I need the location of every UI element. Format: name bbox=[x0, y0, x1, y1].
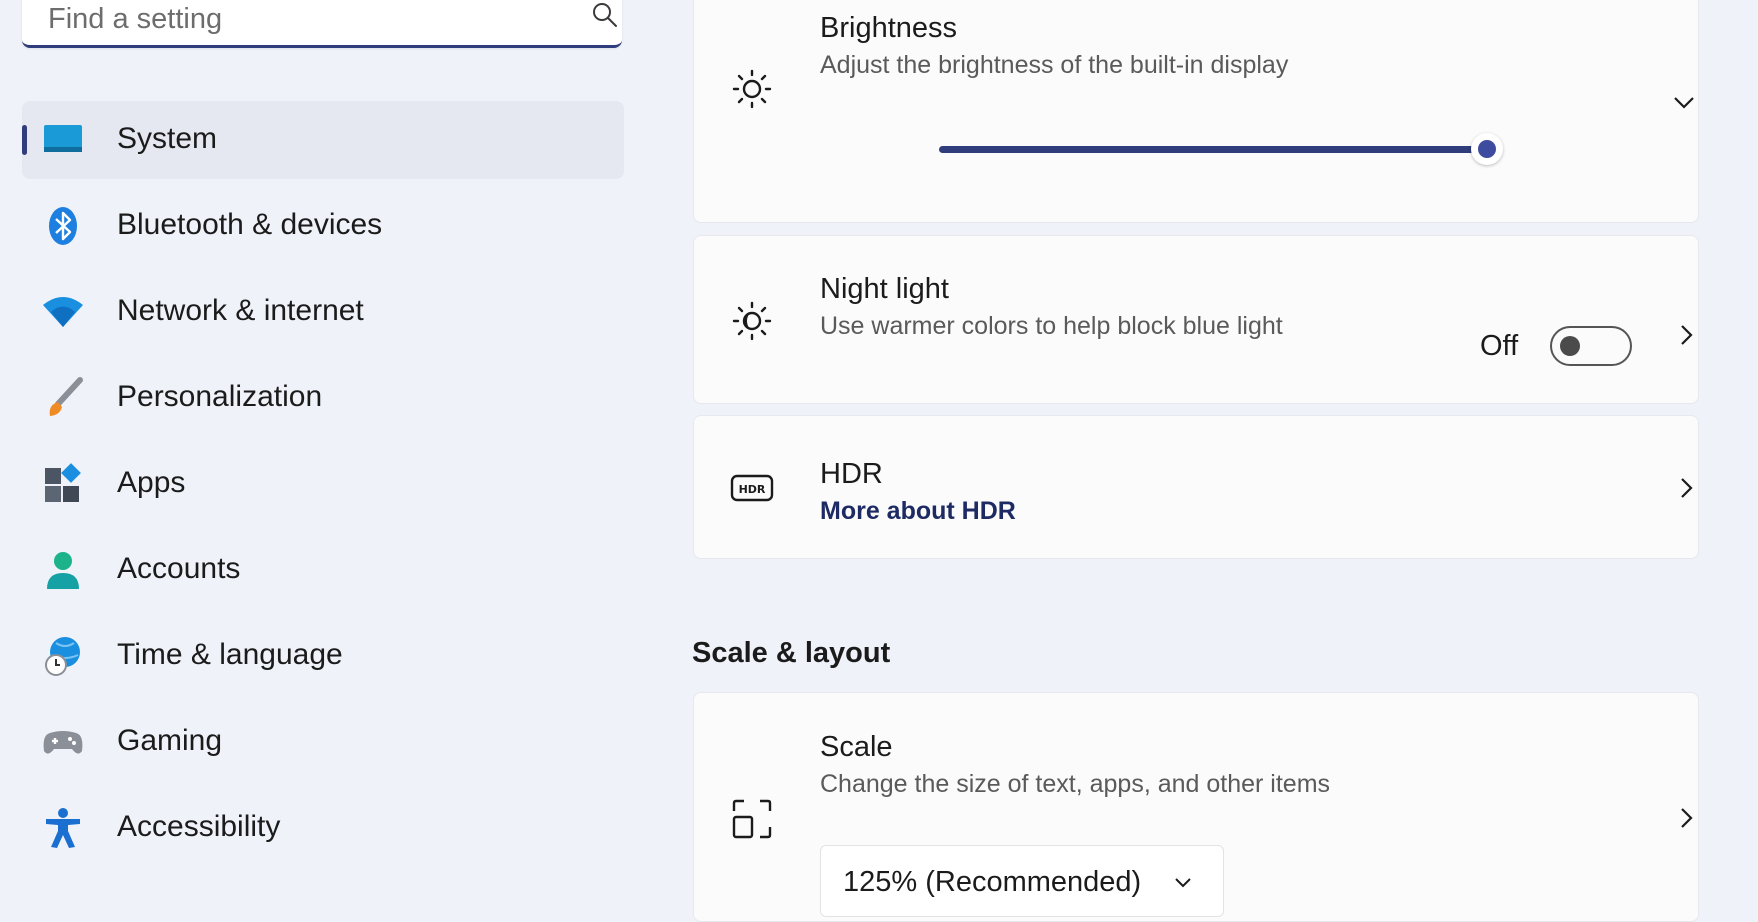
brightness-sun-icon bbox=[732, 69, 772, 109]
brightness-slider-track[interactable] bbox=[939, 146, 1479, 153]
chevron-right-icon[interactable] bbox=[1673, 475, 1699, 501]
globe-clock-icon bbox=[45, 637, 80, 676]
apps-icon bbox=[45, 463, 81, 502]
sidebar-item-time-language[interactable]: Time & language bbox=[22, 617, 624, 695]
selection-indicator bbox=[22, 125, 27, 155]
night-light-toggle[interactable] bbox=[1550, 326, 1632, 366]
chevron-right-icon[interactable] bbox=[1673, 322, 1699, 348]
night-light-title: Night light bbox=[820, 273, 949, 305]
chevron-down-icon bbox=[1175, 878, 1191, 888]
game-controller-icon bbox=[43, 731, 83, 754]
system-display-icon bbox=[44, 125, 82, 152]
scale-dropdown[interactable]: 125% (Recommended) bbox=[820, 845, 1224, 917]
sidebar-item-label: Accounts bbox=[117, 552, 241, 585]
scale-dropdown-value: 125% (Recommended) bbox=[843, 866, 1142, 898]
sidebar-item-personalization[interactable]: Personalization bbox=[22, 359, 624, 437]
slider-thumb-center bbox=[1478, 140, 1496, 158]
toggle-knob bbox=[1560, 336, 1580, 356]
sidebar-item-system[interactable]: System bbox=[22, 101, 624, 179]
sidebar-item-accessibility[interactable]: Accessibility bbox=[22, 789, 624, 867]
night-light-toggle-state: Off bbox=[1480, 330, 1519, 362]
sidebar-item-label: Personalization bbox=[117, 380, 323, 413]
accessibility-icon bbox=[46, 808, 80, 848]
sidebar-item-label: Apps bbox=[117, 466, 186, 499]
sidebar-item-label: System bbox=[117, 122, 218, 155]
section-title-scale-layout: Scale & layout bbox=[692, 637, 891, 669]
sidebar-item-label: Network & internet bbox=[117, 294, 364, 327]
svg-text:HDR: HDR bbox=[739, 483, 766, 496]
hdr-icon: HDR bbox=[730, 474, 774, 502]
brightness-title: Brightness bbox=[820, 12, 958, 44]
sidebar-item-label: Accessibility bbox=[117, 810, 281, 843]
night-light-description: Use warmer colors to help block blue lig… bbox=[820, 312, 1283, 340]
sidebar-item-accounts[interactable]: Accounts bbox=[22, 531, 624, 609]
search-icon[interactable] bbox=[590, 0, 620, 30]
night-light-icon bbox=[732, 301, 772, 341]
scale-title: Scale bbox=[820, 731, 893, 763]
brightness-card: Brightness Adjust the brightness of the … bbox=[693, 0, 1699, 223]
scale-card[interactable]: Scale Change the size of text, apps, and… bbox=[693, 692, 1699, 922]
search-box[interactable] bbox=[22, 0, 622, 48]
paintbrush-icon bbox=[49, 377, 83, 416]
wifi-icon bbox=[43, 297, 83, 327]
night-light-card[interactable]: Night light Use warmer colors to help bl… bbox=[693, 235, 1699, 404]
hdr-title: HDR bbox=[820, 458, 883, 490]
hdr-card[interactable]: HDR HDR More about HDR bbox=[693, 415, 1699, 559]
scale-description: Change the size of text, apps, and other… bbox=[820, 770, 1331, 798]
scale-resize-icon bbox=[732, 799, 772, 839]
sidebar-item-label: Time & language bbox=[117, 638, 343, 671]
sidebar-item-gaming[interactable]: Gaming bbox=[22, 703, 624, 781]
sidebar-item-bluetooth[interactable]: Bluetooth & devices bbox=[22, 187, 624, 265]
sidebar-item-label: Gaming bbox=[117, 724, 223, 757]
chevron-down-icon[interactable] bbox=[1671, 89, 1697, 115]
account-icon bbox=[47, 552, 79, 589]
brightness-slider-thumb[interactable] bbox=[1471, 133, 1503, 165]
sidebar-item-network[interactable]: Network & internet bbox=[22, 273, 624, 351]
bluetooth-icon bbox=[49, 207, 77, 245]
sidebar-item-label: Bluetooth & devices bbox=[117, 208, 383, 241]
sidebar-item-apps[interactable]: Apps bbox=[22, 445, 624, 523]
chevron-right-icon[interactable] bbox=[1673, 805, 1699, 831]
brightness-description: Adjust the brightness of the built-in di… bbox=[820, 51, 1289, 79]
search-input[interactable] bbox=[46, 0, 570, 38]
hdr-more-link[interactable]: More about HDR bbox=[820, 497, 1016, 526]
